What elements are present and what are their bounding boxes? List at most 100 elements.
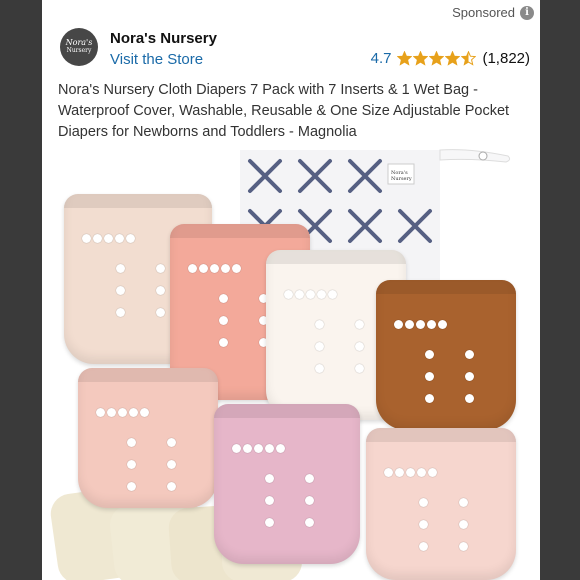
snap-button <box>305 518 315 527</box>
star-icon <box>429 51 445 66</box>
snap-button <box>384 468 393 477</box>
snap-button <box>328 290 337 299</box>
snap-button <box>315 320 324 329</box>
snap-button <box>232 264 241 273</box>
snap-button <box>118 408 127 417</box>
product-title[interactable]: Nora's Nursery Cloth Diapers 7 Pack with… <box>58 80 528 143</box>
store-row: Nora's Nursery Nora's Nursery Visit the … <box>60 28 530 72</box>
snap-button <box>265 444 274 453</box>
snap-button <box>210 264 219 273</box>
snap-button <box>104 234 113 243</box>
logo-text-line1: Nora's <box>65 38 93 47</box>
rating-count: (1,822) <box>482 50 530 67</box>
snap-button <box>284 290 293 299</box>
snap-button <box>254 444 263 453</box>
snap-button <box>305 496 315 505</box>
left-backdrop <box>0 0 42 580</box>
snap-button <box>276 444 285 453</box>
product-image[interactable]: Nora's Nursery <box>42 146 540 580</box>
snap-button <box>127 482 136 491</box>
snap-button <box>416 320 425 329</box>
svg-text:Nursery: Nursery <box>391 176 412 182</box>
star-icon <box>461 51 477 66</box>
snap-button <box>82 234 91 243</box>
rating-value: 4.7 <box>370 50 392 67</box>
snap-button <box>418 520 428 529</box>
rating-summary[interactable]: 4.7 (1,822) <box>371 50 530 67</box>
snap-button <box>465 394 474 403</box>
snap-button <box>406 468 415 477</box>
info-icon[interactable]: i <box>520 5 534 20</box>
snap-button <box>219 316 228 325</box>
store-logo[interactable]: Nora's Nursery <box>60 28 98 66</box>
snap-button <box>465 372 474 381</box>
snap-button <box>427 320 436 329</box>
snap-button <box>167 438 176 447</box>
snap-button <box>458 542 468 551</box>
snap-button <box>219 294 228 303</box>
sponsored-label[interactable]: Sponsored i <box>452 5 534 20</box>
snap-button <box>93 234 102 243</box>
snap-button <box>394 320 403 329</box>
snap-button <box>140 408 149 417</box>
snap-button <box>96 408 105 417</box>
snap-button <box>127 438 136 447</box>
snap-button <box>115 234 124 243</box>
snap-button <box>188 264 197 273</box>
diaper-peach-floral <box>78 368 218 508</box>
logo-text-line2: Nursery <box>66 47 92 54</box>
snap-button <box>305 474 315 483</box>
star-icon <box>397 51 413 66</box>
snap-button <box>315 364 324 373</box>
snap-button <box>167 460 176 469</box>
snap-button <box>167 482 176 491</box>
star-rating <box>397 51 477 66</box>
snap-button <box>458 520 468 529</box>
diaper-pink-floral <box>366 428 516 580</box>
snap-button <box>232 444 241 453</box>
snap-button <box>199 264 208 273</box>
snap-button <box>115 308 125 317</box>
snap-button <box>155 286 165 295</box>
snap-button <box>243 444 252 453</box>
snap-button <box>317 290 326 299</box>
snap-button <box>127 460 136 469</box>
snap-button <box>438 320 447 329</box>
snap-button <box>265 474 275 483</box>
snap-button <box>265 496 275 505</box>
screenshot-frame: Sponsored i Nora's Nursery Nora's Nurser… <box>0 0 580 580</box>
snap-button <box>418 542 428 551</box>
snap-button <box>417 468 426 477</box>
snap-button <box>355 342 364 351</box>
snap-button <box>115 264 125 273</box>
visit-store-link[interactable]: Visit the Store <box>110 51 203 68</box>
snap-button <box>395 468 404 477</box>
diaper-rust <box>376 280 516 430</box>
snap-button <box>425 350 434 359</box>
snap-button <box>315 342 324 351</box>
diaper-lilac <box>214 404 360 564</box>
snap-button <box>465 350 474 359</box>
snap-button <box>425 394 434 403</box>
right-backdrop <box>540 0 580 580</box>
sponsored-text: Sponsored <box>452 5 515 20</box>
snap-button <box>306 290 315 299</box>
snap-button <box>155 264 165 273</box>
store-name: Nora's Nursery <box>110 30 217 47</box>
star-icon <box>413 51 429 66</box>
snap-button <box>355 364 364 373</box>
sponsored-product-card[interactable]: Sponsored i Nora's Nursery Nora's Nurser… <box>42 0 540 580</box>
snap-button <box>418 498 428 507</box>
snap-button <box>155 308 165 317</box>
snap-button <box>265 518 275 527</box>
snap-button <box>295 290 304 299</box>
snap-button <box>129 408 138 417</box>
snap-button <box>428 468 437 477</box>
star-icon <box>445 51 461 66</box>
snap-button <box>355 320 364 329</box>
snap-button <box>219 338 228 347</box>
snap-button <box>425 372 434 381</box>
snap-button <box>405 320 414 329</box>
snap-button <box>107 408 116 417</box>
snap-button <box>221 264 230 273</box>
